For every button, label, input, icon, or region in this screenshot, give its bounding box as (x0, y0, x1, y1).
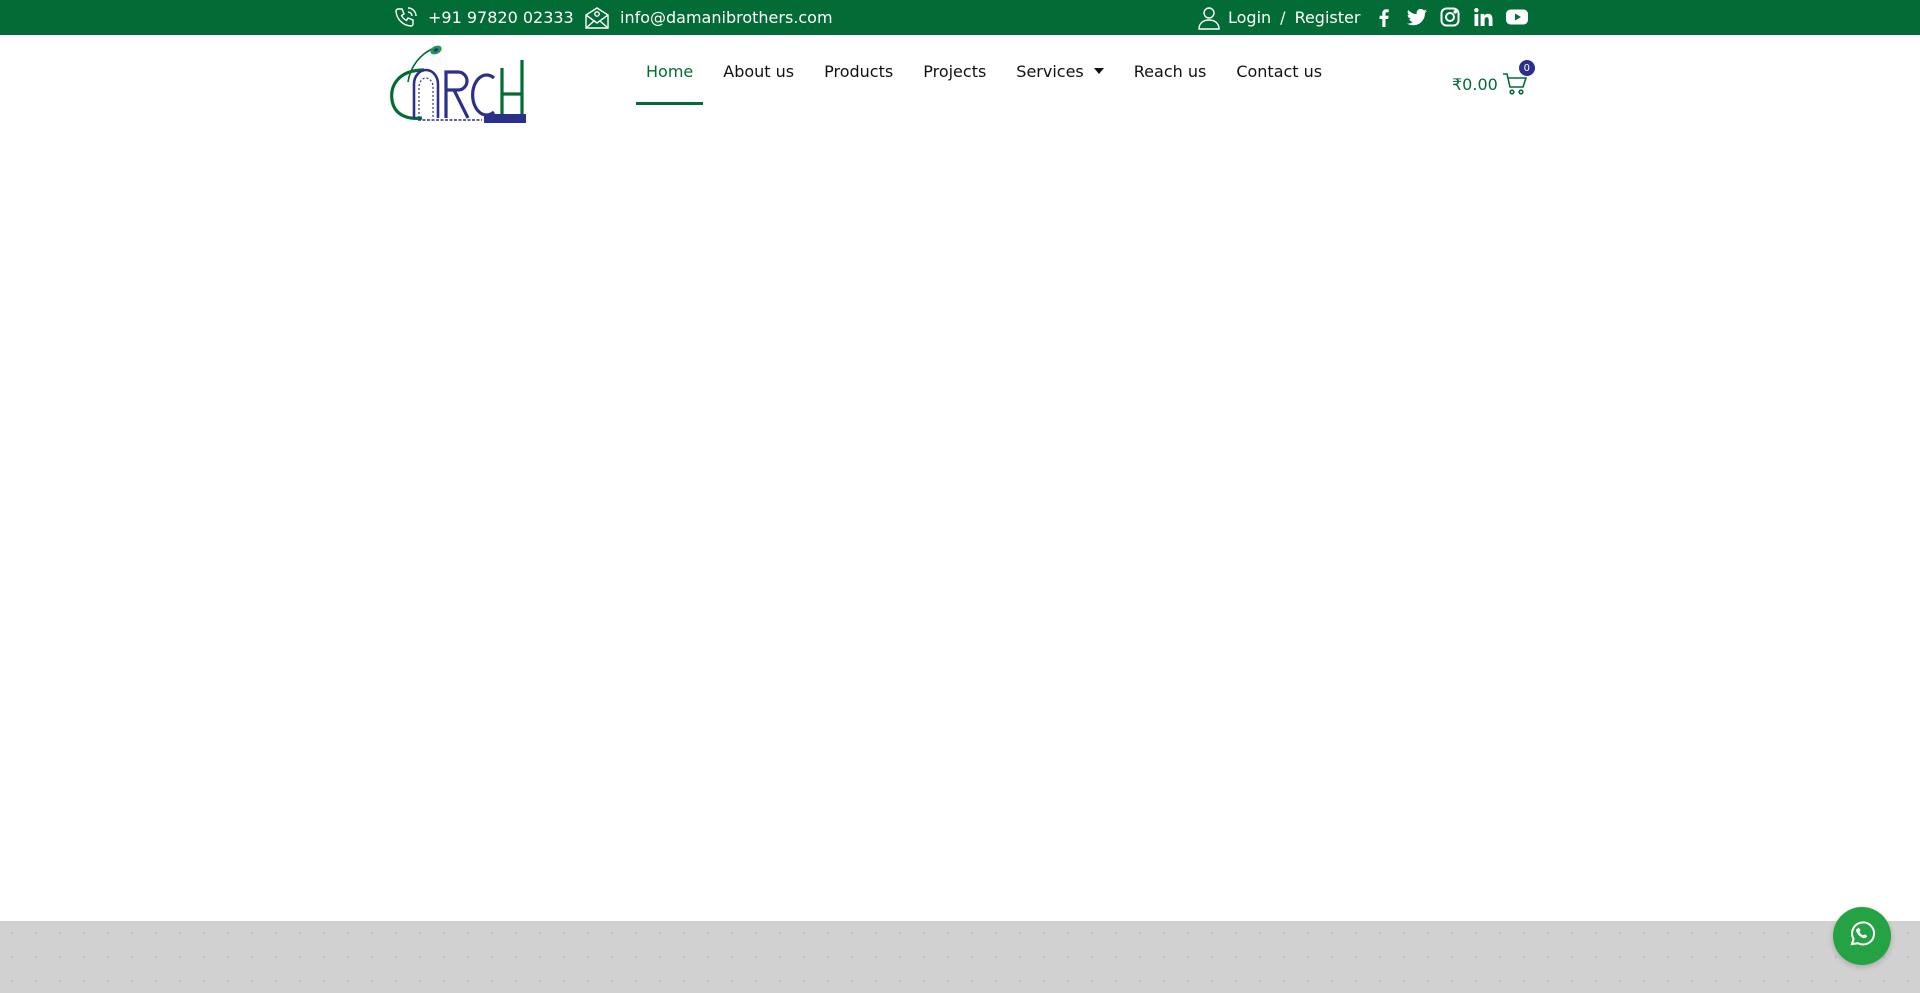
site-logo[interactable] (388, 42, 528, 124)
user-icon (1198, 6, 1220, 30)
nav-item-reach-us[interactable]: Reach us (1124, 35, 1217, 107)
top-contact-bar: +91 97820 02333 info@damanibrothers.com … (0, 0, 1920, 35)
chevron-down-icon (1093, 68, 1104, 74)
phone-contact[interactable]: +91 97820 02333 (394, 0, 574, 35)
email-address[interactable]: info@damanibrothers.com (620, 8, 833, 27)
phone-number[interactable]: +91 97820 02333 (428, 8, 574, 27)
cart-count-badge: 0 (1518, 60, 1535, 76)
whatsapp-icon (1846, 918, 1878, 955)
cart-icon: 0 (1502, 60, 1535, 96)
cart-total: ₹0.00 (1452, 74, 1498, 94)
nav-item-about-us[interactable]: About us (713, 35, 804, 107)
youtube-icon[interactable] (1505, 6, 1528, 28)
nav-item-services-label: Services (1016, 61, 1084, 81)
facebook-icon[interactable] (1373, 6, 1395, 28)
envelope-icon (584, 6, 610, 30)
nav-item-products[interactable]: Products (814, 35, 903, 107)
nav-item-projects[interactable]: Projects (913, 35, 996, 107)
nav-item-home[interactable]: Home (636, 35, 704, 107)
phone-icon (394, 6, 418, 30)
auth-separator: / (1280, 8, 1286, 27)
whatsapp-chat-button[interactable] (1833, 907, 1891, 965)
footer-band (0, 921, 1920, 993)
linkedin-icon[interactable] (1472, 6, 1494, 28)
social-links (1373, 6, 1528, 28)
login-link[interactable]: Login (1228, 8, 1271, 27)
email-contact[interactable]: info@damanibrothers.com (584, 0, 833, 35)
nav-item-services[interactable]: Services (1006, 35, 1113, 107)
register-link[interactable]: Register (1295, 8, 1361, 27)
cart-button[interactable]: ₹0.00 0 (1452, 60, 1535, 99)
twitter-icon[interactable] (1406, 6, 1428, 28)
site-header: Home About us Products Projects Services… (0, 35, 1920, 135)
account-links: Login / Register (1198, 0, 1360, 35)
nav-item-contact-us[interactable]: Contact us (1226, 35, 1332, 107)
instagram-icon[interactable] (1439, 6, 1461, 28)
main-nav: Home About us Products Projects Services… (636, 35, 1342, 107)
